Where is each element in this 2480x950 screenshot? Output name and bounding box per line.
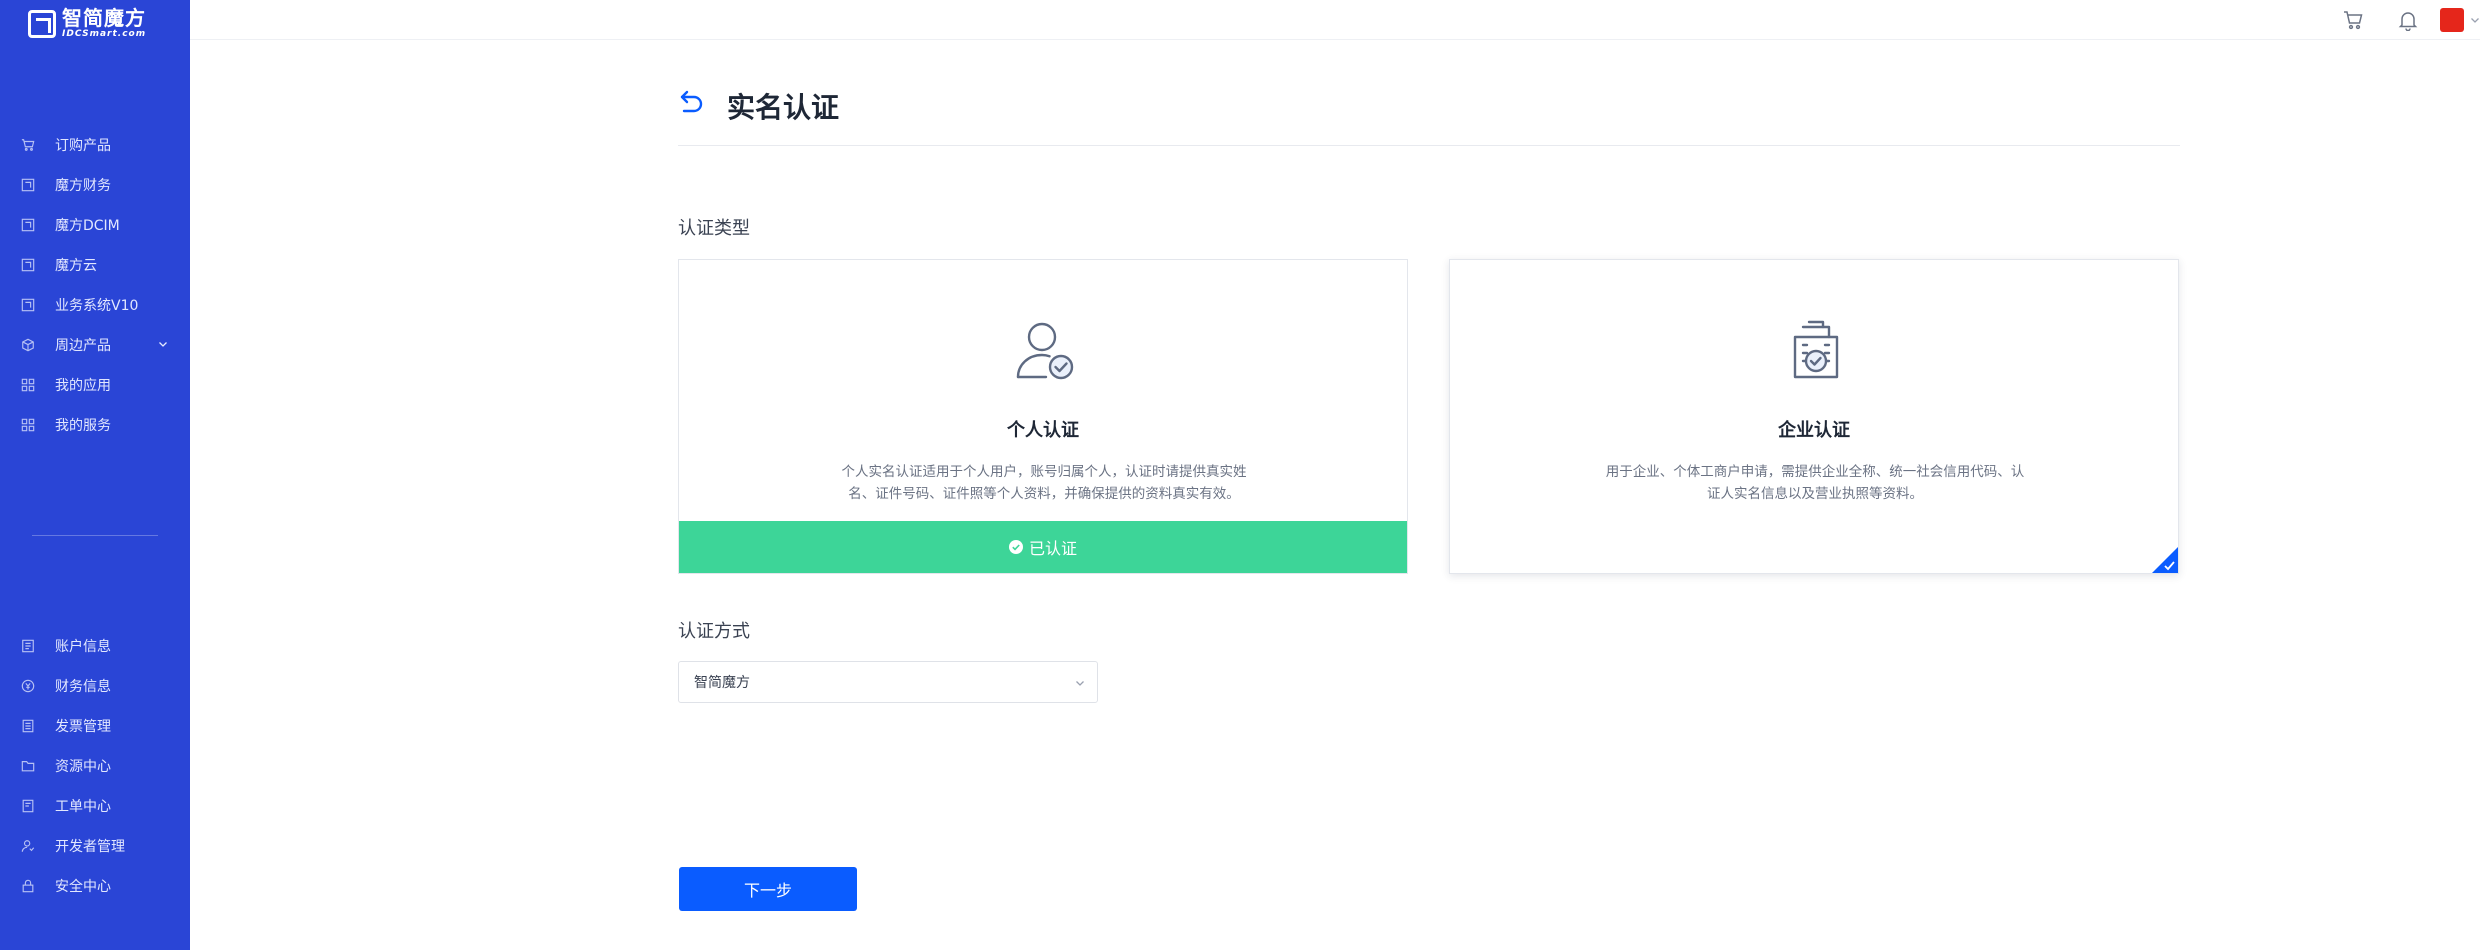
next-step-button[interactable]: 下一步 (679, 867, 857, 911)
sidebar-item-my-apps[interactable]: 我的应用 (0, 365, 190, 405)
company-auth-title: 企业认证 (1778, 420, 1850, 441)
sidebar-item-security-center[interactable]: 安全中心 (0, 866, 190, 906)
sidebar-item-finance-info[interactable]: 财务信息 (0, 666, 190, 706)
sidebar-item-peripheral-products[interactable]: 周边产品 (0, 325, 190, 365)
sidebar-item-label: 魔方财务 (55, 178, 111, 194)
brand-name-cn: 智简魔方 (62, 6, 146, 30)
auth-method-select[interactable]: 智简魔方 (678, 661, 1098, 703)
personal-auth-card[interactable]: 个人认证 个人实名认证适用于个人用户，账号归属个人，认证时请提供真实姓名、证件号… (678, 259, 1408, 574)
brand-logo-icon (28, 9, 56, 38)
invoice-icon (20, 718, 36, 734)
personal-auth-description: 个人实名认证适用于个人用户，账号归属个人，认证时请提供真实姓名、证件号码、证件照… (841, 464, 1247, 502)
sidebar-item-label: 安全中心 (55, 879, 111, 895)
sidebar-item-label: 魔方云 (55, 258, 97, 274)
back-arrow-icon[interactable] (678, 88, 706, 116)
chevron-down-icon (1076, 681, 1084, 686)
sidebar-item-label: 资源中心 (55, 759, 111, 775)
sidebar-item-label: 账户信息 (55, 639, 111, 655)
brand-square-icon (20, 217, 36, 233)
brand-logo[interactable]: 智简魔方 IDCSmart.com (28, 8, 146, 39)
verified-status-text: 已认证 (1028, 539, 1077, 558)
sidebar-item-label: 开发者管理 (55, 839, 125, 855)
sidebar: 智简魔方 IDCSmart.com 订购产品 魔方财务 魔方DCIM 魔方云 业… (0, 0, 190, 950)
sidebar-item-label: 工单中心 (55, 799, 111, 815)
auth-type-label: 认证类型 (678, 218, 750, 239)
sidebar-item-invoice[interactable]: 发票管理 (0, 706, 190, 746)
sidebar-item-label: 发票管理 (55, 719, 111, 735)
sidebar-divider (32, 535, 158, 536)
bell-icon[interactable] (2397, 9, 2419, 31)
brand-square-icon (20, 257, 36, 273)
top-header (190, 0, 2480, 40)
sidebar-item-label: 财务信息 (55, 679, 111, 695)
grid-icon (20, 377, 36, 393)
sidebar-item-resource-center[interactable]: 资源中心 (0, 746, 190, 786)
avatar[interactable] (2440, 8, 2464, 32)
developer-icon (20, 838, 36, 854)
coin-icon (20, 678, 36, 694)
brand-square-icon (20, 177, 36, 193)
lock-icon (20, 878, 36, 894)
personal-auth-title: 个人认证 (1007, 420, 1079, 441)
selected-check-icon (2152, 547, 2178, 573)
chevron-down-icon[interactable] (2470, 15, 2480, 25)
sidebar-bottom-nav: 账户信息 财务信息 发票管理 资源中心 工单中心 开发者管理 安全中心 (0, 626, 190, 906)
sidebar-item-account-info[interactable]: 账户信息 (0, 626, 190, 666)
folder-icon (20, 758, 36, 774)
sidebar-top-nav: 订购产品 魔方财务 魔方DCIM 魔方云 业务系统V10 周边产品 我的应用 我… (0, 125, 190, 445)
sidebar-item-my-services[interactable]: 我的服务 (0, 405, 190, 445)
ticket-icon (20, 798, 36, 814)
person-verified-icon (1016, 322, 1074, 380)
cart-icon[interactable] (2342, 9, 2364, 31)
auth-method-value: 智简魔方 (694, 675, 750, 691)
cube-icon (20, 337, 36, 353)
grid-icon (20, 417, 36, 433)
sidebar-item-label: 魔方DCIM (55, 218, 120, 234)
chevron-down-icon[interactable] (158, 339, 168, 349)
sidebar-item-finance[interactable]: 魔方财务 (0, 165, 190, 205)
brand-name-en: IDCSmart.com (62, 29, 147, 39)
page-header: 实名认证 (678, 80, 2180, 146)
auth-method-label: 认证方式 (678, 621, 750, 642)
company-auth-card[interactable]: 企业认证 用于企业、个体工商户申请，需提供企业全称、统一社会信用代码、认证人实名… (1449, 259, 2179, 574)
cart-icon (20, 137, 36, 153)
verified-status-bar: 已认证 (679, 521, 1407, 573)
sidebar-item-business-v10[interactable]: 业务系统V10 (0, 285, 190, 325)
sidebar-item-label: 我的服务 (55, 418, 111, 434)
company-auth-description: 用于企业、个体工商户申请，需提供企业全称、统一社会信用代码、认证人实名信息以及营… (1605, 464, 2025, 502)
sidebar-item-label: 周边产品 (55, 338, 111, 354)
brand-square-icon (20, 297, 36, 313)
id-card-icon (20, 638, 36, 654)
sidebar-item-cloud[interactable]: 魔方云 (0, 245, 190, 285)
sidebar-item-label: 订购产品 (55, 138, 111, 154)
sidebar-item-order-products[interactable]: 订购产品 (0, 125, 190, 165)
page-title: 实名认证 (727, 91, 840, 124)
sidebar-item-label: 业务系统V10 (55, 298, 139, 314)
sidebar-item-label: 我的应用 (55, 378, 111, 394)
building-verified-icon (1793, 320, 1839, 379)
sidebar-item-dcim[interactable]: 魔方DCIM (0, 205, 190, 245)
sidebar-item-ticket-center[interactable]: 工单中心 (0, 786, 190, 826)
sidebar-item-developer[interactable]: 开发者管理 (0, 826, 190, 866)
check-circle-icon (1008, 540, 1023, 554)
